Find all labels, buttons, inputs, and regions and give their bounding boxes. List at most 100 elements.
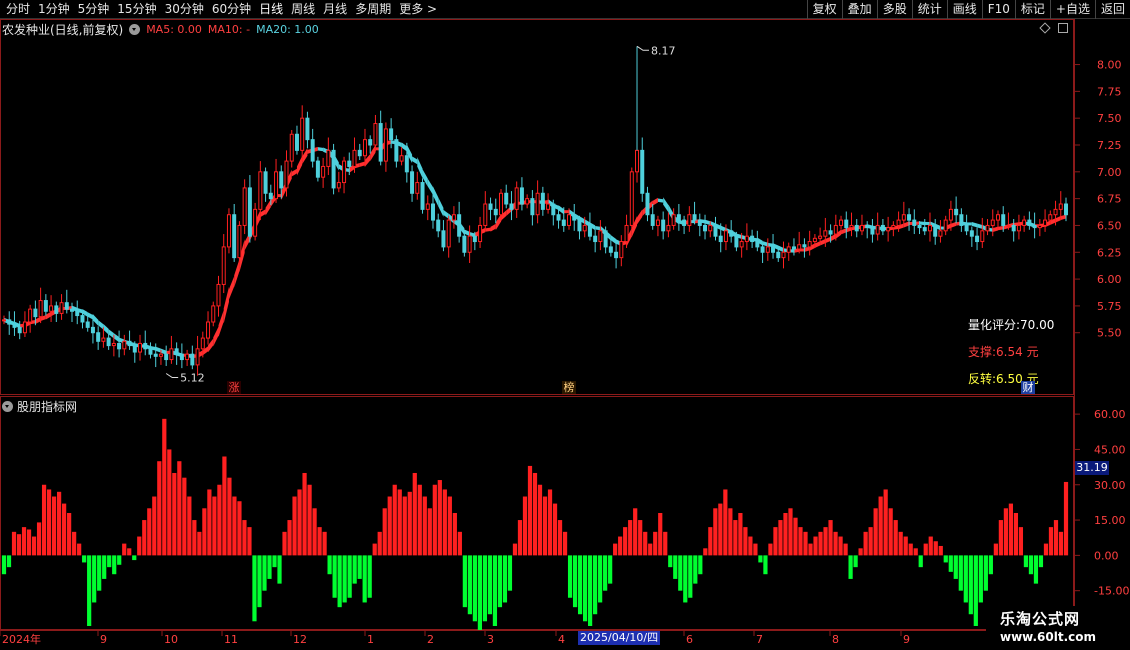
tab-weekly[interactable]: 周线 bbox=[287, 1, 319, 18]
indicator-bar bbox=[67, 513, 72, 556]
panel-square-icon[interactable] bbox=[1058, 23, 1068, 33]
indicator-bar bbox=[92, 555, 97, 603]
date-label: 2024年 bbox=[2, 632, 41, 646]
indicator-bar bbox=[878, 496, 883, 556]
indicator-bar bbox=[247, 527, 252, 556]
candle-body bbox=[2, 319, 6, 322]
tab-30min[interactable]: 30分钟 bbox=[161, 1, 208, 18]
tab-15min[interactable]: 15分钟 bbox=[113, 1, 160, 18]
candle-body bbox=[1006, 224, 1011, 227]
candle-body bbox=[990, 219, 995, 226]
candle-body bbox=[399, 155, 404, 162]
ma-ribbon-segment bbox=[971, 221, 978, 228]
add-watchlist-button[interactable]: +自选 bbox=[1049, 0, 1095, 19]
indicator-bar bbox=[853, 555, 858, 568]
candle-body bbox=[54, 305, 59, 314]
candle-body bbox=[1011, 224, 1016, 232]
candle-body bbox=[650, 214, 655, 226]
candle-body bbox=[948, 208, 953, 221]
indicator-y-tick-label: 45.00 bbox=[1094, 443, 1126, 456]
tab-multi-period[interactable]: 多周期 bbox=[351, 1, 395, 18]
candle-body bbox=[1022, 219, 1027, 226]
candle-body bbox=[315, 160, 320, 178]
candle-body bbox=[462, 235, 467, 253]
candle-body bbox=[546, 203, 551, 210]
ma-ribbon-segment bbox=[432, 186, 439, 207]
candle-body bbox=[975, 235, 980, 243]
tab-monthly[interactable]: 月线 bbox=[319, 1, 351, 18]
indicator-bar bbox=[908, 543, 913, 556]
indicator-bar bbox=[658, 513, 663, 556]
indicator-bar bbox=[257, 555, 262, 608]
candle-body bbox=[70, 308, 75, 312]
candle-body bbox=[943, 219, 948, 232]
ma-ribbon-segment bbox=[563, 210, 570, 214]
candle-body bbox=[839, 219, 844, 226]
tab-daily[interactable]: 日线 bbox=[255, 1, 287, 18]
candle-body bbox=[849, 224, 854, 229]
draw-line-button[interactable]: 画线 bbox=[946, 0, 982, 19]
indicator-bar bbox=[322, 531, 327, 556]
tab-more[interactable]: 更多 > bbox=[395, 1, 441, 18]
indicator-bar bbox=[893, 520, 898, 556]
indicator-bar bbox=[132, 555, 137, 561]
price-y-tick-label: 7.75 bbox=[1097, 85, 1122, 98]
indicator-bar bbox=[673, 555, 678, 579]
ma-ribbon-segment bbox=[35, 316, 41, 324]
limit-up-marker[interactable]: 涨 bbox=[227, 381, 241, 394]
ma-ribbon-segment bbox=[814, 241, 821, 248]
indicator-bar bbox=[382, 508, 387, 556]
price-chart-svg[interactable]: 8.00 7.75 7.50 7.25 7.00 6.75 6.50 6.25 6.00 5.75… bbox=[0, 19, 1130, 395]
indicator-bar bbox=[928, 536, 933, 556]
indicator-bar bbox=[618, 536, 623, 556]
date-label: 9 bbox=[100, 633, 107, 646]
dropdown-circle-icon[interactable] bbox=[2, 400, 13, 412]
f10-button[interactable]: F10 bbox=[981, 0, 1015, 19]
candle-body bbox=[101, 337, 106, 342]
indicator-bar bbox=[46, 489, 52, 556]
candle-body bbox=[791, 246, 796, 250]
ma-ribbon-segment bbox=[558, 205, 564, 215]
candle-body bbox=[739, 241, 744, 248]
low-pointer bbox=[165, 373, 179, 378]
indicator-bar bbox=[798, 527, 803, 556]
multi-stock-button[interactable]: 多股 bbox=[876, 0, 912, 19]
tab-60min[interactable]: 60分钟 bbox=[208, 1, 255, 18]
overlay-button[interactable]: 叠加 bbox=[841, 0, 877, 19]
indicator-bar bbox=[147, 508, 152, 556]
indicator-bar bbox=[36, 522, 42, 556]
mark-button[interactable]: 标记 bbox=[1014, 0, 1050, 19]
indicator-bar bbox=[21, 527, 27, 556]
candle-body bbox=[540, 192, 545, 210]
statistics-button[interactable]: 统计 bbox=[911, 0, 947, 19]
indicator-bar bbox=[502, 555, 508, 603]
ma-ribbon-segment bbox=[997, 226, 1004, 231]
indicator-bar bbox=[748, 536, 753, 556]
tab-fenshi[interactable]: 分时 bbox=[2, 1, 34, 18]
ma-ribbon-segment bbox=[485, 227, 491, 232]
dropdown-circle-icon[interactable] bbox=[129, 23, 141, 35]
ranking-marker[interactable]: 榜 bbox=[562, 381, 576, 394]
indicator-bar bbox=[172, 472, 177, 556]
indicator-bar bbox=[708, 527, 713, 556]
indicator-bar bbox=[638, 520, 643, 556]
candle-body bbox=[922, 227, 927, 232]
toolbar: 分时 1分钟 5分钟 15分钟 30分钟 60分钟 日线 周线 月线 多周期 更… bbox=[0, 0, 1130, 19]
indicator-chart-svg[interactable]: 60.00 45.00 30.00 15.00 0.00 -15.00 bbox=[0, 396, 1130, 630]
candle-body bbox=[608, 246, 613, 253]
back-button[interactable]: 返回 bbox=[1094, 0, 1130, 19]
indicator-bar bbox=[898, 531, 903, 556]
indicator-bar bbox=[56, 491, 62, 556]
tab-5min[interactable]: 5分钟 bbox=[74, 1, 114, 18]
indicator-bar bbox=[653, 531, 658, 556]
indicator-bar bbox=[598, 555, 603, 603]
tab-1min[interactable]: 1分钟 bbox=[34, 1, 74, 18]
indicator-bar bbox=[1053, 520, 1059, 556]
date-label: 6 bbox=[686, 633, 693, 646]
ma-ribbon-segment bbox=[992, 226, 998, 232]
candle-body bbox=[80, 315, 85, 323]
candle-body bbox=[713, 224, 718, 237]
indicator-bar bbox=[492, 555, 498, 626]
fuquan-button[interactable]: 复权 bbox=[806, 0, 842, 19]
finance-marker[interactable]: 财 bbox=[1021, 381, 1035, 394]
